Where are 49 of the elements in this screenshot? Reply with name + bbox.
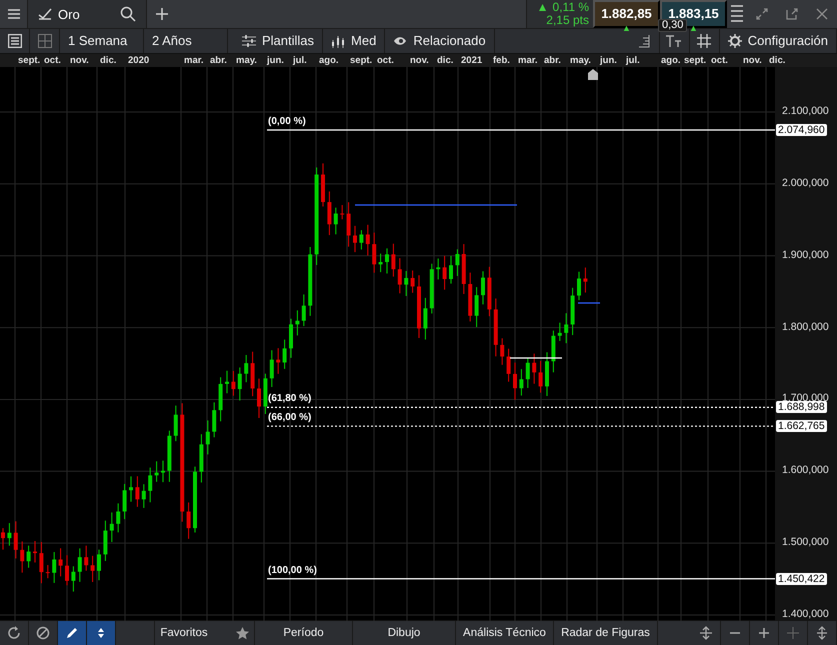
price-tick-label: 1.600,000 [782, 464, 829, 476]
month-label: ago. [661, 54, 681, 67]
month-label: jun. [600, 54, 617, 67]
month-label: 2021 [461, 54, 482, 67]
price-tag: 2.074,960 [776, 124, 827, 136]
fibonacci-level-label: (61,80 %) [268, 393, 312, 404]
month-label: oct. [44, 54, 61, 67]
tab-title: Oro [58, 6, 81, 22]
month-label: dic. [100, 54, 116, 67]
month-label: sept. [350, 54, 372, 67]
fibonacci-level-label: (66,00 %) [268, 412, 312, 424]
month-label: 2020 [128, 54, 150, 67]
month-label: dic. [769, 54, 786, 67]
month-label: jun. [267, 54, 284, 67]
month-label: dic. [437, 54, 454, 67]
month-label: feb. [493, 54, 510, 67]
price-tag: 1.450,422 [776, 572, 827, 585]
price-tag: 1.662,765 [776, 420, 827, 432]
month-label: mar. [518, 54, 538, 67]
month-label: nov. [743, 54, 762, 67]
month-label: nov. [70, 54, 89, 67]
month-label: mar. [184, 54, 204, 67]
price-tick-label: 2.000,000 [782, 176, 829, 189]
price-tick-label: 1.800,000 [782, 320, 829, 333]
percent-change: 0,11 % [552, 1, 589, 14]
month-label: abr. [210, 54, 227, 67]
spread-tooltip: 0,30 [658, 19, 688, 32]
month-label: jul. [626, 54, 640, 67]
month-label: jul. [293, 54, 307, 67]
month-label: nov. [410, 54, 429, 67]
month-label: oct. [711, 54, 728, 67]
buy-price: 1.883,15 [668, 6, 719, 21]
price-tick-label: 1.900,000 [782, 248, 829, 261]
up-triangle-icon: ▲ [536, 1, 549, 14]
month-label: abr. [544, 54, 561, 67]
price-tick-label: 1.500,000 [782, 536, 829, 548]
fibonacci-level-label: (100,00 %) [268, 564, 317, 576]
month-label: ago. [319, 54, 339, 67]
month-label: sept. [684, 54, 706, 67]
price-tag: 1.688,998 [776, 401, 827, 414]
sell-price: 1.882,85 [601, 6, 652, 21]
month-label: sept. [18, 54, 40, 67]
price-tick-label: 1.400,000 [782, 608, 829, 620]
points-change: 2,15 pts [546, 14, 589, 27]
month-label: may. [236, 54, 257, 67]
price-tick-label: 2.100,000 [782, 104, 829, 117]
month-label: may. [570, 54, 591, 67]
month-label: oct. [377, 54, 394, 67]
fibonacci-level-label: (0,00 %) [268, 116, 306, 127]
